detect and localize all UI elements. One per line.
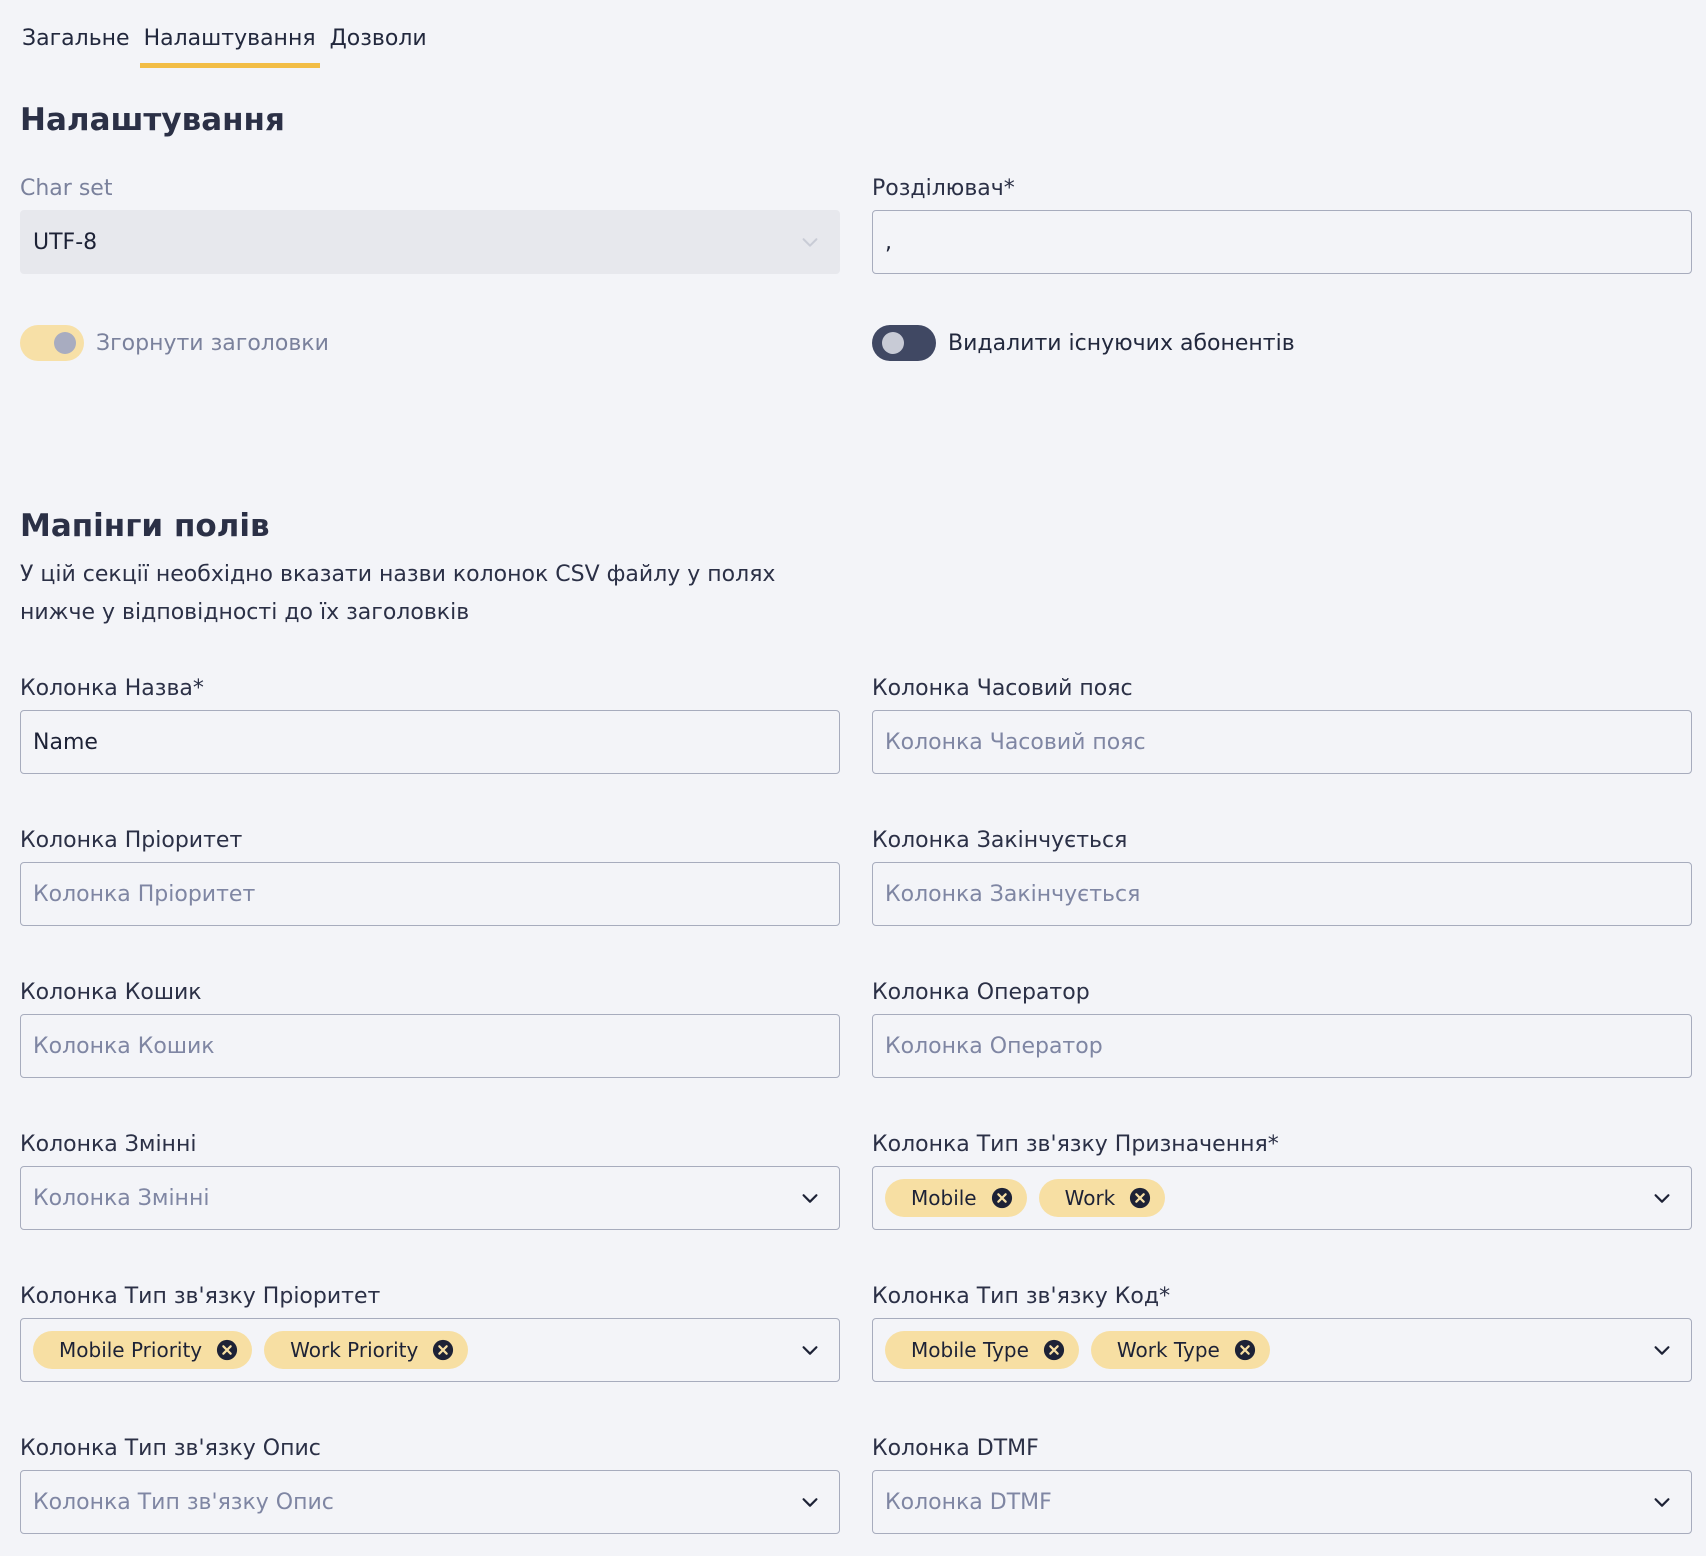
expire-column-label: Колонка Закінчується bbox=[872, 828, 1128, 853]
close-circle-icon[interactable] bbox=[216, 1339, 238, 1361]
name-column-value: Name bbox=[33, 729, 98, 755]
charset-value: UTF-8 bbox=[33, 229, 98, 255]
agent-column-input[interactable]: Колонка Оператор bbox=[872, 1014, 1692, 1078]
chip-label: Work bbox=[1064, 1186, 1116, 1210]
close-circle-icon[interactable] bbox=[1043, 1339, 1065, 1361]
timezone-column-placeholder: Колонка Часовий пояс bbox=[885, 729, 1146, 755]
chip: Mobile bbox=[885, 1179, 1027, 1217]
bucket-column-placeholder: Колонка Кошик bbox=[33, 1033, 215, 1059]
chip-list: Mobile Priority Work Priority bbox=[33, 1331, 827, 1369]
tab-permissions[interactable]: Дозволи bbox=[328, 22, 429, 68]
chip: Mobile Priority bbox=[33, 1331, 253, 1369]
collapse-headers-toggle[interactable] bbox=[20, 325, 84, 361]
delimiter-label: Розділювач* bbox=[872, 176, 1015, 201]
charset-select[interactable]: UTF-8 bbox=[20, 210, 840, 274]
chevron-down-icon[interactable] bbox=[1651, 1339, 1673, 1361]
timezone-column-input[interactable]: Колонка Часовий пояс bbox=[872, 710, 1692, 774]
chip-label: Work Type bbox=[1116, 1338, 1220, 1362]
delimiter-input[interactable]: , bbox=[872, 210, 1692, 274]
chevron-down-icon[interactable] bbox=[1651, 1491, 1673, 1513]
chevron-down-icon[interactable] bbox=[799, 1339, 821, 1361]
toggle-knob bbox=[882, 332, 904, 354]
dtmf-column-select[interactable]: Колонка DTMF bbox=[872, 1470, 1692, 1534]
tab-bar: Загальне Налаштування Дозволи bbox=[20, 22, 437, 70]
name-column-label: Колонка Назва* bbox=[20, 676, 204, 701]
close-circle-icon[interactable] bbox=[991, 1187, 1013, 1209]
bucket-column-label: Колонка Кошик bbox=[20, 980, 202, 1005]
chip: Work bbox=[1038, 1179, 1166, 1217]
delete-existing-label: Видалити існуючих абонентів bbox=[948, 330, 1295, 356]
agent-column-placeholder: Колонка Оператор bbox=[885, 1033, 1103, 1059]
priority-column-input[interactable]: Колонка Пріоритет bbox=[20, 862, 840, 926]
chip-label: Work Priority bbox=[290, 1338, 419, 1362]
timezone-column-label: Колонка Часовий пояс bbox=[872, 676, 1133, 701]
toggle-knob bbox=[54, 332, 76, 354]
comm-code-select[interactable]: Mobile Type Work Type bbox=[872, 1318, 1692, 1382]
variables-column-placeholder: Колонка Змінні bbox=[33, 1185, 210, 1211]
close-circle-icon[interactable] bbox=[1129, 1187, 1151, 1209]
collapse-headers-row: Згорнути заголовки bbox=[20, 325, 329, 361]
comm-priority-label: Колонка Тип зв'язку Пріоритет bbox=[20, 1284, 381, 1309]
comm-description-placeholder: Колонка Тип зв'язку Опис bbox=[33, 1489, 334, 1515]
settings-title: Налаштування bbox=[20, 102, 285, 138]
comm-destination-label: Колонка Тип зв'язку Призначення* bbox=[872, 1132, 1279, 1157]
dtmf-column-label: Колонка DTMF bbox=[872, 1436, 1039, 1461]
chip-label: Mobile Priority bbox=[59, 1338, 203, 1362]
dtmf-column-placeholder: Колонка DTMF bbox=[885, 1489, 1052, 1515]
chevron-down-icon[interactable] bbox=[1651, 1187, 1673, 1209]
chip-label: Mobile bbox=[911, 1186, 977, 1210]
variables-column-select[interactable]: Колонка Змінні bbox=[20, 1166, 840, 1230]
chip-list: Mobile Type Work Type bbox=[885, 1331, 1679, 1369]
charset-label: Char set bbox=[20, 176, 113, 201]
expire-column-placeholder: Колонка Закінчується bbox=[885, 881, 1141, 907]
comm-description-select[interactable]: Колонка Тип зв'язку Опис bbox=[20, 1470, 840, 1534]
priority-column-label: Колонка Пріоритет bbox=[20, 828, 243, 853]
name-column-input[interactable]: Name bbox=[20, 710, 840, 774]
delete-existing-row: Видалити існуючих абонентів bbox=[872, 325, 1295, 361]
close-circle-icon[interactable] bbox=[432, 1339, 454, 1361]
comm-code-label: Колонка Тип зв'язку Код* bbox=[872, 1284, 1171, 1309]
mappings-title: Мапінги полів bbox=[20, 508, 270, 544]
chip: Work Priority bbox=[264, 1331, 469, 1369]
variables-column-label: Колонка Змінні bbox=[20, 1132, 197, 1157]
chip-list: Mobile Work bbox=[885, 1179, 1679, 1217]
chip: Mobile Type bbox=[885, 1331, 1079, 1369]
collapse-headers-label: Згорнути заголовки bbox=[96, 330, 329, 356]
agent-column-label: Колонка Оператор bbox=[872, 980, 1090, 1005]
comm-description-label: Колонка Тип зв'язку Опис bbox=[20, 1436, 321, 1461]
delimiter-value: , bbox=[885, 229, 892, 255]
chevron-down-icon[interactable] bbox=[799, 1491, 821, 1513]
mappings-description: У цій секції необхідно вказати назви кол… bbox=[20, 562, 776, 625]
expire-column-input[interactable]: Колонка Закінчується bbox=[872, 862, 1692, 926]
comm-destination-select[interactable]: Mobile Work bbox=[872, 1166, 1692, 1230]
close-circle-icon[interactable] bbox=[1234, 1339, 1256, 1361]
bucket-column-input[interactable]: Колонка Кошик bbox=[20, 1014, 840, 1078]
tab-settings[interactable]: Налаштування bbox=[139, 22, 320, 68]
comm-priority-select[interactable]: Mobile Priority Work Priority bbox=[20, 1318, 840, 1382]
chevron-down-icon bbox=[799, 231, 821, 253]
chip-label: Mobile Type bbox=[911, 1338, 1029, 1362]
tab-general[interactable]: Загальне bbox=[20, 22, 132, 68]
chip: Work Type bbox=[1090, 1331, 1270, 1369]
priority-column-placeholder: Колонка Пріоритет bbox=[33, 881, 256, 907]
delete-existing-toggle[interactable] bbox=[872, 325, 936, 361]
chevron-down-icon[interactable] bbox=[799, 1187, 821, 1209]
